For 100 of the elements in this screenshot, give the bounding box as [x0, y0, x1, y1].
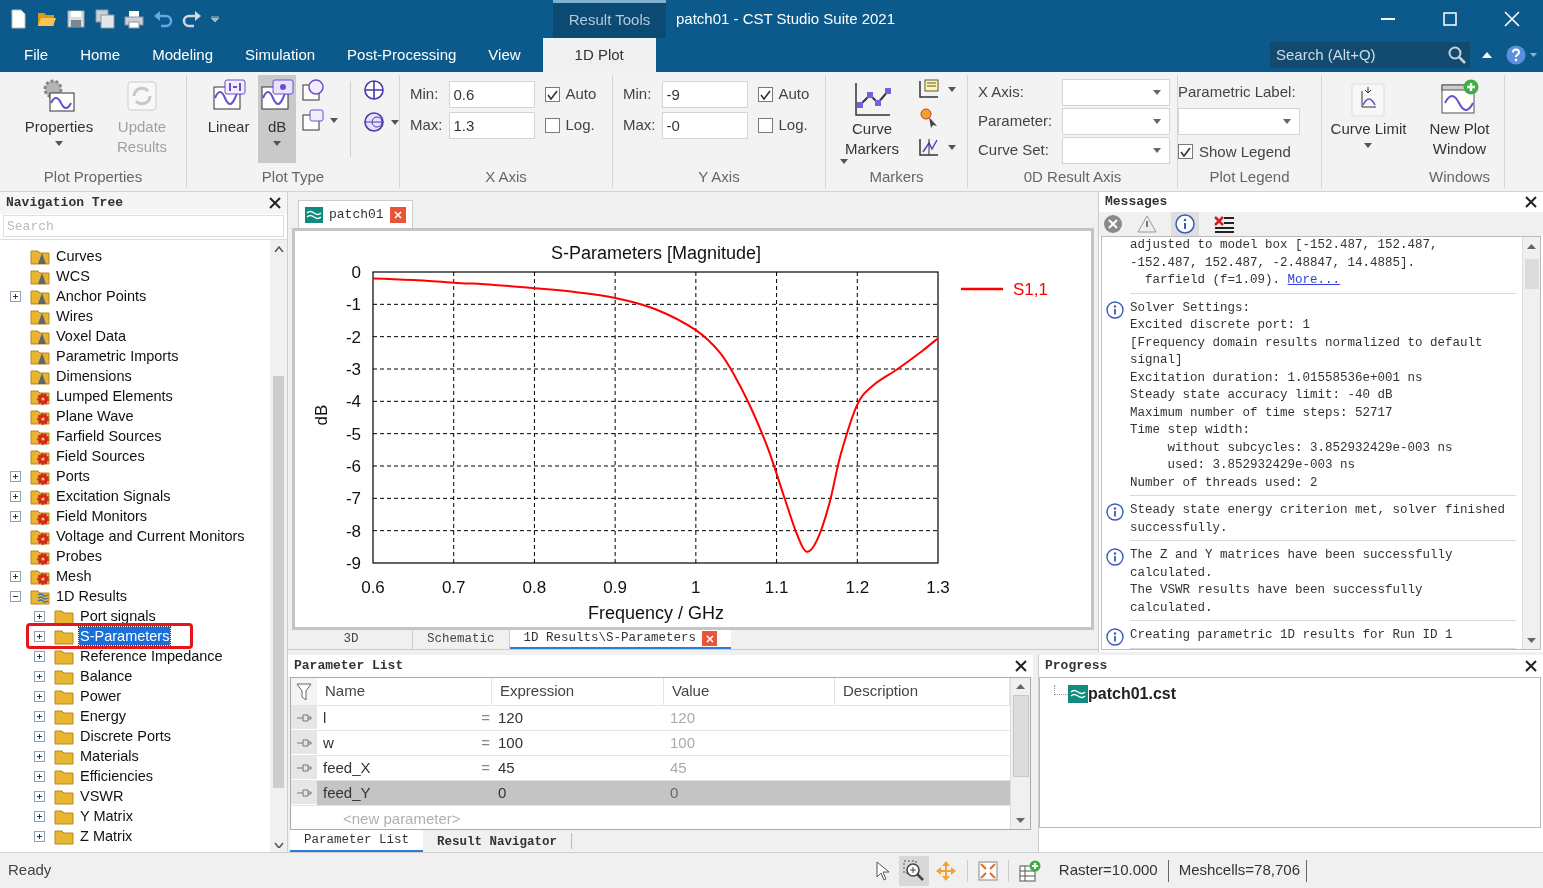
smith-chart-icon[interactable]	[363, 111, 385, 133]
filter-icon[interactable]	[296, 682, 312, 701]
parameter-row[interactable]: feed_Y 0 0	[291, 781, 1010, 806]
help-icon[interactable]	[1506, 45, 1526, 65]
scroll-down-icon[interactable]	[1016, 818, 1025, 823]
curve-limit-button[interactable]: Curve Limit	[1330, 75, 1407, 163]
ribbon-tab[interactable]: Post-Processing	[331, 38, 473, 72]
scrollbar-thumb[interactable]	[1012, 695, 1029, 777]
axis-marker-icon[interactable]	[918, 137, 940, 157]
dropdown-field[interactable]	[1178, 107, 1300, 135]
save-all-icon[interactable]	[95, 9, 115, 29]
expand-icon[interactable]	[34, 690, 45, 702]
undo-icon[interactable]	[153, 9, 173, 29]
tree-item[interactable]: Dimensions	[55, 367, 133, 385]
collapse-icon[interactable]	[10, 590, 21, 602]
bottom-tab[interactable]: Schematic	[413, 630, 510, 649]
tab-close-button[interactable]	[389, 206, 406, 223]
scroll-up-icon[interactable]	[1016, 684, 1025, 689]
new-plot-window-button[interactable]: New Plot Window	[1415, 75, 1504, 163]
expand-icon[interactable]	[10, 490, 21, 502]
tree-item[interactable]: Power	[79, 687, 123, 705]
max-field[interactable]: 1.3	[448, 112, 535, 139]
error-filter-icon[interactable]	[1103, 214, 1123, 234]
new-document-icon[interactable]	[8, 9, 28, 29]
crosshair-circle-icon[interactable]	[363, 79, 385, 101]
more-link[interactable]: More...	[1287, 273, 1341, 287]
warning-filter-icon[interactable]	[1137, 214, 1157, 234]
expand-icon[interactable]	[34, 750, 45, 762]
expand-icon[interactable]	[10, 510, 21, 522]
ribbon-tab[interactable]: File	[8, 38, 65, 72]
tree-item[interactable]: 1D Results	[55, 587, 128, 605]
tree-item[interactable]: Balance	[79, 667, 134, 685]
save-icon[interactable]	[66, 9, 86, 29]
tree-item[interactable]: Probes	[55, 547, 103, 565]
tree-item[interactable]: Reference Impedance	[79, 647, 224, 665]
tree-item[interactable]: Field Monitors	[55, 507, 149, 525]
properties-button[interactable]: Properties	[18, 75, 100, 163]
tree-item[interactable]: WCS	[55, 267, 91, 285]
tree-item[interactable]: Lumped Elements	[55, 387, 174, 405]
add-table-icon[interactable]	[1018, 859, 1041, 882]
collapse-ribbon-icon[interactable]	[1482, 52, 1492, 58]
clear-messages-icon[interactable]	[1213, 215, 1235, 233]
search-field[interactable]: Search	[3, 215, 284, 237]
scrollbar-thumb[interactable]	[273, 376, 284, 788]
tree-item[interactable]: S-Parameters	[79, 627, 171, 645]
expand-icon[interactable]	[34, 610, 45, 622]
max-field[interactable]: -0	[661, 112, 748, 139]
expand-icon[interactable]	[34, 650, 45, 662]
document-tab[interactable]: patch01	[298, 200, 413, 228]
expand-icon[interactable]	[34, 810, 45, 822]
column-header[interactable]: Expression	[492, 678, 664, 705]
tree-item[interactable]: Field Sources	[55, 447, 146, 465]
tree-item[interactable]: Port signals	[79, 607, 157, 625]
tree-item[interactable]: Mesh	[55, 567, 93, 585]
expand-icon[interactable]	[10, 570, 21, 582]
tree-item[interactable]: Farfield Sources	[55, 427, 163, 445]
show-legend-checkbox[interactable]: Show Legend	[1178, 140, 1291, 163]
tree-item[interactable]: Wires	[55, 307, 95, 325]
auto-checkbox[interactable]: Auto	[757, 83, 810, 106]
auto-checkbox[interactable]: Auto	[544, 83, 597, 106]
tree-item[interactable]: Z Matrix	[79, 827, 134, 845]
scroll-up-icon[interactable]	[1527, 244, 1536, 249]
close-icon[interactable]	[1525, 660, 1537, 672]
linear-button[interactable]: Linear	[201, 75, 257, 163]
column-header[interactable]: Value	[664, 678, 835, 705]
ribbon-tab[interactable]: Modeling	[136, 38, 230, 72]
tree-item[interactable]: Materials	[79, 747, 140, 765]
complex-chart-icon[interactable]	[302, 109, 325, 131]
tree-item[interactable]: VSWR	[79, 787, 125, 805]
tree-item[interactable]: Energy	[79, 707, 127, 725]
panel-tab[interactable]: Result Navigator	[423, 833, 573, 849]
tree-item[interactable]: Excitation Signals	[55, 487, 172, 505]
tree-item[interactable]: Ports	[55, 467, 91, 485]
expand-icon[interactable]	[34, 790, 45, 802]
tree-item[interactable]: Y Matrix	[79, 807, 134, 825]
curve-markers-button[interactable]: Curve Markers	[840, 75, 904, 164]
expand-icon[interactable]	[34, 770, 45, 782]
expand-icon[interactable]	[10, 290, 21, 302]
customize-caret-icon[interactable]	[211, 16, 219, 22]
ribbon-tab[interactable]: 1D Plot	[542, 38, 656, 72]
panel-tab[interactable]: Parameter List	[290, 830, 424, 852]
fit-view-icon[interactable]	[977, 860, 998, 881]
expand-icon[interactable]	[34, 710, 45, 722]
tree-item[interactable]: Discrete Ports	[79, 727, 173, 745]
min-field[interactable]: -9	[661, 81, 748, 108]
help-caret-icon[interactable]	[1530, 53, 1537, 57]
parameter-row[interactable]: w = 100 100	[291, 731, 1010, 756]
scrollbar-thumb[interactable]	[1524, 259, 1539, 289]
scroll-down-icon[interactable]	[1527, 638, 1536, 643]
tree-item[interactable]: Curves	[55, 247, 103, 265]
column-header[interactable]: Name	[317, 678, 492, 705]
file-item[interactable]: patch01.cst	[1088, 682, 1177, 706]
tree-item[interactable]: Parametric Imports	[55, 347, 180, 365]
ribbon-tab[interactable]: Simulation	[229, 38, 332, 72]
bottom-tab[interactable]: 3D	[290, 630, 413, 649]
tree-item[interactable]: Voltage and Current Monitors	[55, 527, 246, 545]
polar-chart-icon[interactable]	[302, 79, 325, 101]
tree-item[interactable]: Efficiencies	[79, 767, 155, 785]
search-field[interactable]: Search (Alt+Q)	[1276, 43, 1448, 67]
dropdown-field[interactable]	[1062, 108, 1170, 135]
